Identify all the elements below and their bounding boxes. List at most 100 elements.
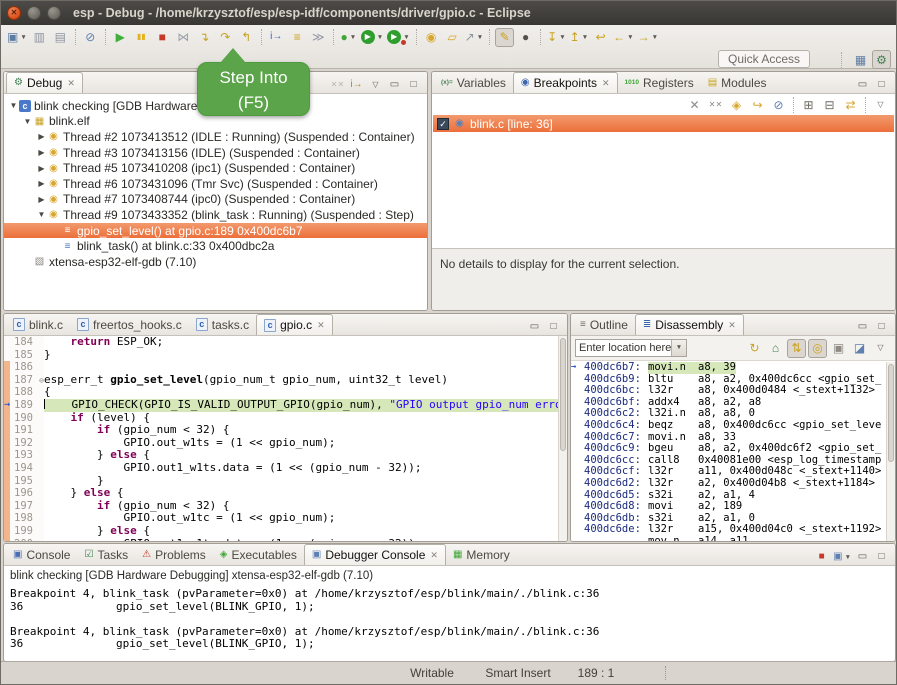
minimize-view-button[interactable]: ▭ (854, 77, 871, 93)
show-opcodes-button[interactable]: ◪ (850, 339, 869, 358)
suspend-button[interactable]: ▮▮ (132, 28, 151, 47)
save-button[interactable]: ▥ (30, 28, 49, 47)
open-type-button[interactable]: ◉ (422, 28, 441, 47)
tab-tasks-c[interactable]: c tasks.c (189, 314, 256, 335)
editor-gutter[interactable]: 193 (4, 449, 44, 462)
editor-gutter[interactable]: →189 (4, 399, 44, 412)
tab-debugger-console[interactable]: ▣ Debugger Console ✕ (304, 544, 446, 565)
go-to-program-counter-button[interactable]: ⌂ (766, 339, 785, 358)
view-menu-button[interactable]: ▽ (367, 77, 384, 93)
debug-button[interactable]: ●▼ (339, 28, 358, 47)
gas-refresh-button[interactable]: ↻ (745, 339, 764, 358)
annotations-button[interactable]: ● (516, 28, 535, 47)
breakpoint-checkbox[interactable]: ✓ (437, 118, 449, 130)
minimize-view-button[interactable]: ▭ (854, 319, 871, 335)
editor-gutter[interactable]: 188 (4, 386, 44, 399)
go-to-file-for-breakpoint-button[interactable]: ↪ (748, 95, 767, 114)
tab-debug[interactable]: ⚙ Debug ✕ (6, 72, 83, 93)
mark-occurrences-button[interactable]: ✎ (495, 28, 514, 47)
skip-all-breakpoints-button[interactable]: ⊘ (769, 95, 788, 114)
stack-frame-item[interactable]: ≡gpio_set_level() at gpio.c:189 0x400dc6… (4, 223, 427, 239)
minimize-view-button[interactable]: ▭ (854, 549, 871, 565)
tab-blink-c[interactable]: c blink.c (6, 314, 70, 335)
close-icon[interactable]: ✕ (430, 550, 438, 561)
quick-access-button[interactable]: Quick Access (718, 50, 810, 68)
editor-gutter[interactable]: 195 (4, 475, 44, 488)
resume-button[interactable]: ▶ (111, 28, 130, 47)
debug-tree-item[interactable]: ▼◉Thread #9 1073433352 (blink_task : Run… (4, 207, 427, 223)
debug-tree-item[interactable]: ▶◉Thread #7 1073408744 (ipc0) (Suspended… (4, 192, 427, 208)
terminate-button[interactable]: ■ (153, 28, 172, 47)
tree-expander-icon[interactable]: ▼ (36, 210, 47, 219)
disassembly-listing[interactable]: →400dc6b7:movi.na8, 39400dc6b9:bltua8, a… (571, 362, 886, 541)
close-icon[interactable]: ✕ (317, 320, 325, 331)
step-return-button[interactable]: ↰ (237, 28, 256, 47)
tab-console[interactable]: ▣ Console (6, 544, 77, 565)
maximize-view-button[interactable]: □ (873, 319, 890, 335)
forward-history-button[interactable]: →▼ (637, 28, 659, 47)
tree-expander-icon[interactable]: ▶ (36, 164, 47, 173)
minimize-view-button[interactable]: ▭ (386, 77, 403, 93)
breakpoint-item[interactable]: ✓◉blink.c [line: 36] (433, 115, 894, 132)
code-line[interactable]: 184 return ESP_OK; (4, 336, 558, 349)
minimize-button[interactable] (27, 6, 41, 20)
tree-expander-icon[interactable]: ▶ (36, 195, 47, 204)
tab-tasks[interactable]: ☑ Tasks (77, 544, 135, 565)
debug-tree-item[interactable]: ▶◉Thread #3 1073413156 (IDLE) (Suspended… (4, 145, 427, 161)
debug-tree-item[interactable]: ▶◉Thread #2 1073413512 (IDLE : Running) … (4, 129, 427, 145)
tree-expander-icon[interactable]: ▼ (22, 117, 33, 126)
expand-all-button[interactable]: ⊞ (799, 95, 818, 114)
tree-expander-icon[interactable]: ▶ (36, 148, 47, 157)
maximize-view-button[interactable]: □ (873, 549, 890, 565)
new-disassembly-view-button[interactable]: ▣ (829, 339, 848, 358)
tab-gpio-c[interactable]: c gpio.c ✕ (256, 314, 333, 335)
chevron-down-icon[interactable]: ▼ (671, 340, 686, 356)
remove-all-terminated-button[interactable]: ✕✕ (329, 77, 346, 93)
track-current-pc-button[interactable]: ◎ (808, 339, 827, 358)
back-history-button[interactable]: ←▼ (612, 28, 634, 47)
editor-gutter[interactable]: 186 (4, 361, 44, 374)
link-with-debug-view-button[interactable]: ⇄ (841, 95, 860, 114)
close-icon[interactable]: ✕ (67, 78, 75, 89)
maximize-view-button[interactable]: □ (545, 319, 562, 335)
location-combo[interactable]: Enter location here ▼ (575, 339, 687, 357)
save-all-button[interactable]: ▤ (51, 28, 70, 47)
drop-to-frame-button[interactable]: ≡ (288, 28, 307, 47)
editor-gutter[interactable]: 194 (4, 462, 44, 475)
close-icon[interactable]: ✕ (728, 320, 736, 331)
launch-target-button[interactable]: ↗▼ (464, 28, 485, 47)
skip-all-breakpoints-button[interactable]: ⊘ (81, 28, 100, 47)
tab-outline[interactable]: ≡ Outline (573, 314, 635, 335)
tab-memory[interactable]: ▦ Memory (446, 544, 517, 565)
maximize-view-button[interactable]: □ (873, 77, 890, 93)
editor-gutter[interactable]: 185 (4, 349, 44, 362)
run-button[interactable]: ▶▼ (360, 28, 384, 47)
tree-expander-icon[interactable]: ▶ (36, 179, 47, 188)
next-annotation-button[interactable]: ↧▼ (546, 28, 567, 47)
tab-registers[interactable]: 1010 Registers (618, 72, 701, 93)
step-over-button[interactable]: ↷ (216, 28, 235, 47)
sync-with-active-debug-context-button[interactable]: ⇅ (787, 339, 806, 358)
previous-annotation-button[interactable]: ↥▼ (569, 28, 590, 47)
tree-expander-icon[interactable]: ▶ (36, 132, 47, 141)
stack-frame-item[interactable]: ≡blink_task() at blink.c:33 0x400dbc2a (4, 238, 427, 254)
console-output[interactable]: Breakpoint 4, blink_task (pvParameter=0x… (4, 584, 895, 655)
editor-gutter[interactable]: 184 (4, 336, 44, 349)
close-button[interactable]: ✕ (7, 6, 21, 20)
editor-gutter[interactable]: 197 (4, 500, 44, 513)
step-into-button[interactable]: ↴ (195, 28, 214, 47)
display-selected-console-button[interactable]: ▣▼ (832, 549, 852, 565)
debug-tree-item[interactable]: ▧xtensa-esp32-elf-gdb (7.10) (4, 254, 427, 270)
close-icon[interactable]: ✕ (602, 78, 610, 89)
code-line[interactable]: 185} (4, 349, 558, 362)
editor-gutter[interactable]: 190 (4, 412, 44, 425)
tree-expander-icon[interactable]: ▼ (8, 101, 19, 110)
editor-gutter[interactable]: 187⊖ (4, 374, 44, 387)
open-perspective-button[interactable]: ▦ (851, 50, 870, 69)
debug-tree-item[interactable]: ▶◉Thread #6 1073431096 (Tmr Svc) (Suspen… (4, 176, 427, 192)
tab-problems[interactable]: ⚠ Problems (135, 544, 213, 565)
editor-gutter[interactable]: 196 (4, 487, 44, 500)
code-line[interactable]: 187⊖esp_err_t gpio_set_level(gpio_num_t … (4, 374, 558, 387)
editor-gutter[interactable]: 199 (4, 525, 44, 538)
tab-variables[interactable]: (x)= Variables (434, 72, 513, 93)
